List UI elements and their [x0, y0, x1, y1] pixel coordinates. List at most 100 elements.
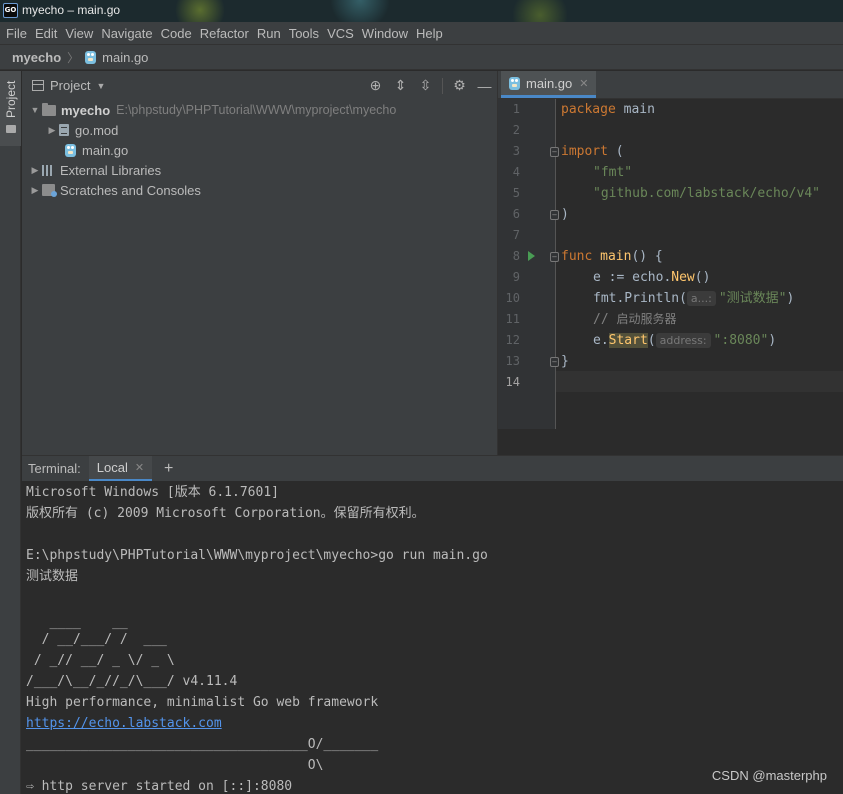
- terminal-line: /___/\__/_//_/\___/ v4.11.4: [26, 674, 238, 689]
- code-line: package main: [561, 99, 655, 120]
- minimize-icon[interactable]: —: [472, 78, 497, 94]
- menu-refactor[interactable]: Refactor: [196, 26, 253, 41]
- toolbar-divider: [442, 77, 443, 94]
- locate-icon[interactable]: ⊕: [363, 77, 388, 94]
- gear-icon[interactable]: ⚙: [447, 77, 472, 94]
- code-line: import (: [561, 141, 624, 162]
- tree-item-label: main.go: [82, 142, 129, 158]
- terminal-label: Terminal:: [28, 461, 81, 476]
- keyword-token: package: [561, 102, 616, 117]
- scratches-icon: [42, 184, 57, 197]
- identifier-token: e := echo.: [593, 270, 672, 285]
- project-panel-title[interactable]: Project: [50, 78, 90, 93]
- editor-tab-main-go[interactable]: main.go ✕: [501, 71, 597, 98]
- menu-window[interactable]: Window: [358, 26, 412, 41]
- editor-tab-label: main.go: [526, 75, 573, 91]
- function-call-token: New: [671, 270, 695, 285]
- breadcrumb-file[interactable]: main.go: [102, 50, 148, 65]
- close-icon[interactable]: ✕: [579, 77, 588, 90]
- project-view-icon: [32, 80, 44, 91]
- line-number: 2: [512, 123, 520, 137]
- menu-bar: File Edit View Navigate Code Refactor Ru…: [0, 22, 843, 44]
- go-file-icon: [85, 50, 97, 64]
- editor-tab-bar: main.go ✕: [498, 71, 843, 99]
- terminal-line: / __/___/ / ___: [26, 632, 167, 647]
- punctuation-token: ): [561, 207, 569, 222]
- folder-icon: [6, 125, 16, 133]
- tree-item-scratches[interactable]: ▶ Scratches and Consoles: [28, 180, 201, 200]
- chevron-right-icon[interactable]: ▶: [45, 125, 59, 136]
- tree-item-main-go[interactable]: main.go: [65, 140, 128, 160]
- punctuation-token: ): [786, 291, 795, 306]
- string-token: "fmt": [593, 165, 633, 180]
- punctuation-token: (: [647, 333, 656, 348]
- close-icon[interactable]: ✕: [135, 461, 144, 474]
- collapse-all-icon[interactable]: ⇳: [413, 77, 438, 94]
- echo-website-link[interactable]: https://echo.labstack.com: [26, 713, 222, 734]
- project-tool-tab[interactable]: Project: [0, 71, 21, 146]
- fold-icon[interactable]: −: [550, 147, 559, 157]
- menu-help[interactable]: Help: [412, 26, 447, 41]
- line-number: 3: [512, 144, 520, 158]
- terminal-tab-local[interactable]: Local ✕: [88, 455, 153, 482]
- line-number: 4: [512, 165, 520, 179]
- chevron-down-icon[interactable]: ▼: [28, 105, 42, 115]
- tree-item-external-libraries[interactable]: ▶ External Libraries: [28, 160, 162, 180]
- go-mod-file-icon: [59, 124, 69, 136]
- expand-all-icon[interactable]: ⇕: [388, 77, 413, 94]
- punctuation-token: ): [768, 333, 777, 348]
- terminal-output[interactable]: Microsoft Windows [版本 6.1.7601] 版权所有 (c)…: [22, 481, 843, 794]
- menu-tools[interactable]: Tools: [285, 26, 323, 41]
- title-bar-decoration: [160, 0, 660, 22]
- terminal-line: / _// __/ _ \/ _ \: [26, 653, 175, 668]
- line-number: 10: [505, 291, 520, 305]
- add-icon[interactable]: +: [164, 460, 173, 478]
- parameter-hint: a...:: [686, 291, 716, 306]
- punctuation-token: (): [694, 270, 711, 285]
- function-name-token: main: [592, 249, 632, 264]
- code-line: // 启动服务器: [593, 309, 677, 330]
- tree-item-go-mod[interactable]: ▶ go.mod: [45, 120, 119, 140]
- tree-item-label: myecho: [61, 102, 111, 118]
- chevron-right-icon[interactable]: ▶: [28, 165, 42, 176]
- punctuation-token: (: [607, 144, 624, 159]
- terminal-line: High performance, minimalist Go web fram…: [26, 695, 379, 710]
- code-area[interactable]: package main import ( "fmt" "github.com/…: [561, 99, 843, 429]
- go-file-icon: [509, 76, 520, 90]
- menu-file[interactable]: File: [2, 26, 31, 41]
- identifier-token: fmt.Println(: [593, 291, 687, 306]
- menu-code[interactable]: Code: [157, 26, 196, 41]
- menu-view[interactable]: View: [61, 26, 97, 41]
- breadcrumb-project[interactable]: myecho: [12, 50, 61, 65]
- menu-edit[interactable]: Edit: [31, 26, 61, 41]
- code-editor: main.go ✕ 1 2 3 4 5 6 7 8 9 10 11 12 13 …: [497, 71, 843, 455]
- string-token: "测试数据": [718, 291, 787, 306]
- go-file-icon: [65, 143, 76, 157]
- terminal-line: E:\phpstudy\PHPTutorial\WWW\myproject\my…: [26, 548, 488, 563]
- menu-run[interactable]: Run: [253, 26, 285, 41]
- keyword-token: import: [561, 144, 608, 159]
- terminal-line: ⇨ http server started on [::]:8080: [26, 779, 293, 794]
- identifier-token: main: [615, 102, 655, 117]
- fold-icon[interactable]: −: [550, 210, 559, 220]
- tree-item-label: go.mod: [75, 122, 119, 138]
- terminal-header: Terminal: Local ✕ +: [22, 455, 843, 482]
- breadcrumb-separator-icon: 〉: [67, 50, 80, 65]
- fold-icon[interactable]: −: [550, 357, 559, 367]
- goland-app-icon: GO: [3, 3, 18, 18]
- chevron-right-icon[interactable]: ▶: [28, 185, 42, 196]
- window-title: myecho – main.go: [22, 3, 121, 17]
- menu-navigate[interactable]: Navigate: [97, 26, 156, 41]
- editor-gutter: 1 2 3 4 5 6 7 8 9 10 11 12 13 14 − − − −: [498, 99, 559, 429]
- watermark: CSDN @masterphp: [711, 768, 827, 783]
- chevron-down-icon[interactable]: ▼: [96, 81, 105, 91]
- project-panel-header: Project ▼ ⊕ ⇕ ⇳ ⚙ —: [22, 71, 497, 100]
- code-line: "fmt": [593, 162, 632, 183]
- fold-icon[interactable]: −: [550, 252, 559, 262]
- menu-vcs[interactable]: VCS: [323, 26, 358, 41]
- tree-item-label: External Libraries: [60, 162, 162, 178]
- tree-item-myecho[interactable]: ▼ myecho E:\phpstudy\PHPTutorial\WWW\myp…: [28, 100, 396, 120]
- project-panel-tools: ⊕ ⇕ ⇳ ⚙ —: [363, 71, 497, 100]
- run-icon[interactable]: [528, 251, 535, 261]
- keyword-token: func: [561, 249, 593, 264]
